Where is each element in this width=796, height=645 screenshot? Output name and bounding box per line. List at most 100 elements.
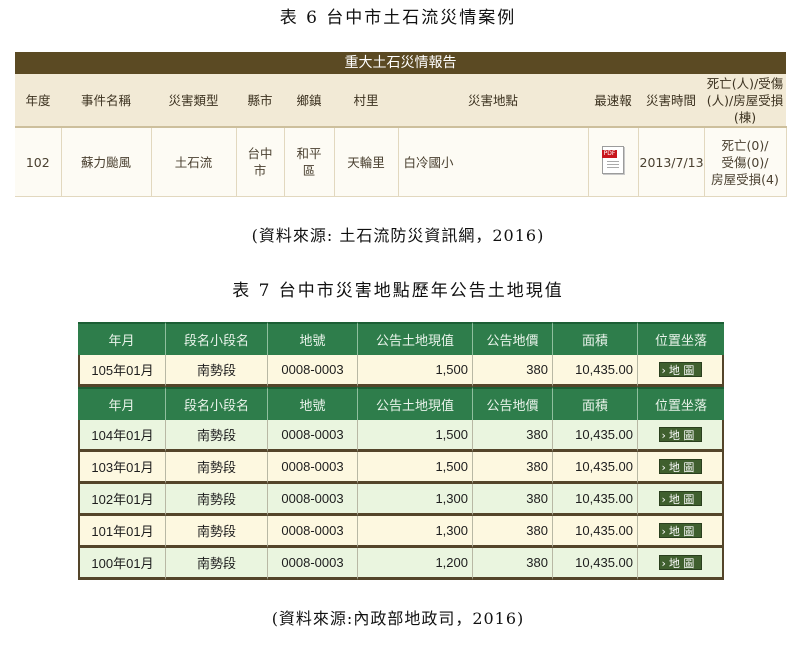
col-header-report: 最速報 (588, 74, 638, 128)
cell-land-price: 380 (473, 452, 553, 484)
table-row: 101年01月 南勢段 0008-0003 1,300 380 10,435.00 › 地 圖 (78, 516, 724, 548)
cell-year-month: 105年01月 (78, 355, 166, 387)
cell-land-price: 380 (473, 355, 553, 387)
map-button-label: 地 圖 (668, 364, 695, 377)
map-button[interactable]: › 地 圖 (658, 427, 702, 442)
table7-land-value: 年月 段名小段名 地號 公告土地現值 公告地價 面積 位置坐落 105年01月 南勢段 0008-… (78, 322, 724, 584)
chevron-right-icon: › (661, 557, 666, 570)
table-row: 104年01月 南勢段 0008-0003 1,500 380 10,435.00 › 地 圖 (78, 420, 724, 452)
cell-land-value: 1,500 (358, 355, 473, 387)
col-header-area: 面積 (553, 387, 638, 420)
cell-land-value: 1,500 (358, 452, 473, 484)
cell-location: › 地 圖 (638, 452, 724, 484)
table7-source: (資料來源:內政部地政司，2016) (271, 609, 525, 628)
map-button-label: 地 圖 (668, 493, 695, 506)
cell-location: 白冷國小 (398, 127, 589, 197)
cell-lot-number: 0008-0003 (268, 420, 358, 452)
cell-type: 土石流 (151, 127, 237, 197)
cell-section: 南勢段 (166, 548, 268, 580)
cell-land-value: 1,200 (358, 548, 473, 580)
table7-header-row: 年月 段名小段名 地號 公告土地現值 公告地價 面積 位置坐落 (78, 387, 724, 420)
cell-lot-number: 0008-0003 (268, 548, 358, 580)
col-header-section: 段名小段名 (166, 387, 268, 420)
table-row: 105年01月 南勢段 0008-0003 1,500 380 10,435.00 › 地 圖 (78, 355, 724, 387)
cell-section: 南勢段 (166, 516, 268, 548)
table6-disaster-report: 重大土石災情報告 年度 事件名稱 災害類型 縣市 鄉鎮 村里 災害地點 最速報 … (15, 52, 787, 197)
col-header-location: 災害地點 (398, 74, 588, 128)
cell-land-price: 380 (473, 420, 553, 452)
cell-area: 10,435.00 (553, 484, 638, 516)
col-header-year-month: 年月 (78, 387, 166, 420)
cell-location: › 地 圖 (638, 420, 724, 452)
cell-land-price: 380 (473, 548, 553, 580)
map-button[interactable]: › 地 圖 (658, 362, 702, 377)
casualty-injuries: 受傷(0)/ (721, 154, 769, 170)
cell-land-value: 1,300 (358, 484, 473, 516)
cell-lot-number: 0008-0003 (268, 452, 358, 484)
cell-village: 天輪里 (334, 127, 399, 197)
map-button-label: 地 圖 (668, 461, 695, 474)
cell-year-month: 102年01月 (78, 484, 166, 516)
col-header-location: 位置坐落 (638, 322, 724, 355)
cell-land-value: 1,500 (358, 420, 473, 452)
chevron-right-icon: › (661, 525, 666, 538)
cell-town: 和平區 (284, 127, 335, 197)
col-header-announced-land-price: 公告地價 (473, 322, 553, 355)
cell-area: 10,435.00 (553, 516, 638, 548)
table-row: 102 蘇力颱風 土石流 台中市 和平區 天輪里 白冷國小 PDF 2013/7… (15, 127, 787, 197)
cell-land-price: 380 (473, 484, 553, 516)
table-row: 100年01月 南勢段 0008-0003 1,200 380 10,435.00 › 地 圖 (78, 548, 724, 580)
col-header-lot-number: 地號 (268, 387, 358, 420)
pdf-icon-label: PDF (602, 150, 617, 158)
chevron-right-icon: › (661, 493, 666, 506)
cell-location: › 地 圖 (638, 355, 724, 387)
casualty-houses: 房屋受損(4) (711, 171, 779, 187)
pdf-icon[interactable]: PDF (602, 146, 624, 174)
table6-caption: 表 6 台中市土石流災情案例 (279, 8, 517, 28)
col-header-type: 災害類型 (151, 74, 236, 128)
col-header-event: 事件名稱 (61, 74, 151, 128)
cell-report[interactable]: PDF (588, 127, 639, 197)
cell-casualties: 死亡(0)/ 受傷(0)/ 房屋受損(4) (704, 127, 787, 197)
table7-grid: 年月 段名小段名 地號 公告土地現值 公告地價 面積 位置坐落 105年01月 南勢段 0008-… (78, 322, 724, 580)
col-header-year: 年度 (15, 74, 61, 128)
table7-header-row: 年月 段名小段名 地號 公告土地現值 公告地價 面積 位置坐落 (78, 322, 724, 355)
cell-section: 南勢段 (166, 452, 268, 484)
map-button[interactable]: › 地 圖 (658, 459, 702, 474)
map-button[interactable]: › 地 圖 (658, 555, 702, 570)
cell-lot-number: 0008-0003 (268, 355, 358, 387)
col-header-county: 縣市 (236, 74, 284, 128)
map-button-label: 地 圖 (668, 525, 695, 538)
cell-area: 10,435.00 (553, 452, 638, 484)
cell-area: 10,435.00 (553, 548, 638, 580)
cell-county: 台中市 (236, 127, 285, 197)
map-button-label: 地 圖 (668, 557, 695, 570)
cell-location: › 地 圖 (638, 484, 724, 516)
cell-year-month: 103年01月 (78, 452, 166, 484)
table6-title: 重大土石災情報告 (15, 52, 786, 74)
col-header-section: 段名小段名 (166, 322, 268, 355)
table6-source: (資料來源: 土石流防災資訊網，2016) (251, 226, 545, 245)
col-header-announced-land-price: 公告地價 (473, 387, 553, 420)
cell-section: 南勢段 (166, 484, 268, 516)
chevron-right-icon: › (661, 429, 666, 442)
cell-area: 10,435.00 (553, 420, 638, 452)
table-row: 103年01月 南勢段 0008-0003 1,500 380 10,435.00 › 地 圖 (78, 452, 724, 484)
cell-section: 南勢段 (166, 355, 268, 387)
cell-lot-number: 0008-0003 (268, 516, 358, 548)
cell-year-month: 104年01月 (78, 420, 166, 452)
cell-date: 2013/7/13 (638, 127, 705, 197)
cell-location: › 地 圖 (638, 548, 724, 580)
col-header-town: 鄉鎮 (284, 74, 334, 128)
map-button[interactable]: › 地 圖 (658, 523, 702, 538)
cell-year: 102 (15, 127, 62, 197)
map-button[interactable]: › 地 圖 (658, 491, 702, 506)
table6-grid: 年度 事件名稱 災害類型 縣市 鄉鎮 村里 災害地點 最速報 災害時間 死亡(人… (15, 74, 787, 197)
map-button-label: 地 圖 (668, 429, 695, 442)
cell-area: 10,435.00 (553, 355, 638, 387)
chevron-right-icon: › (661, 364, 666, 377)
cell-section: 南勢段 (166, 420, 268, 452)
col-header-area: 面積 (553, 322, 638, 355)
chevron-right-icon: › (661, 461, 666, 474)
col-header-village: 村里 (334, 74, 398, 128)
